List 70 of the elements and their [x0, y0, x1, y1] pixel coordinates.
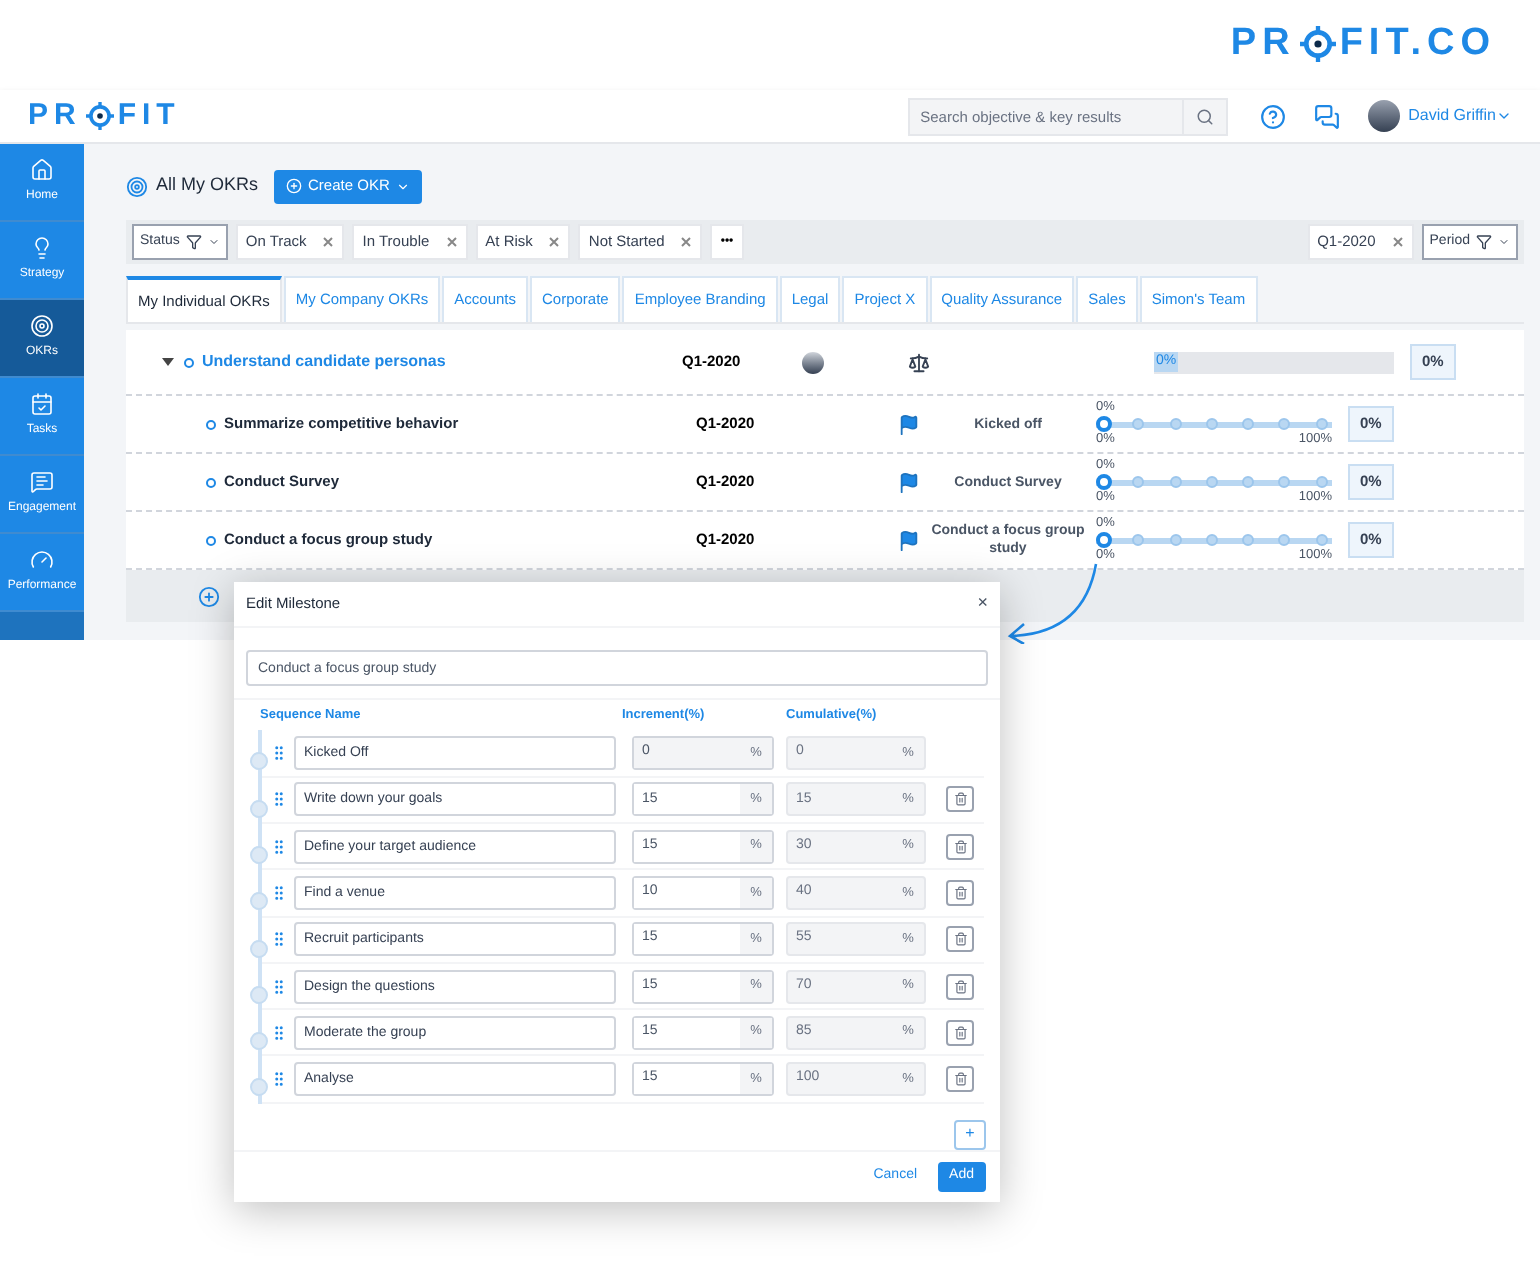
owner-avatar	[802, 351, 824, 373]
milestone-slider[interactable]	[1096, 532, 1332, 548]
remove-icon[interactable]	[1389, 234, 1406, 250]
caret-icon	[207, 236, 220, 248]
logo-text: FIT.CO	[1339, 20, 1496, 68]
search-icon	[1196, 107, 1215, 125]
milestone-slider[interactable]	[1096, 416, 1332, 432]
target-icon	[85, 102, 114, 130]
close-button[interactable]: ×	[977, 590, 988, 617]
plus-icon	[286, 178, 303, 194]
messages-icon[interactable]	[1314, 103, 1341, 129]
remove-icon[interactable]	[546, 234, 563, 250]
trash-icon	[953, 932, 967, 947]
collapse-icon[interactable]	[162, 356, 174, 368]
gauge-icon	[30, 548, 54, 572]
flag-icon	[898, 471, 920, 493]
slider-thumb[interactable]	[1096, 416, 1112, 432]
remove-icon[interactable]	[443, 234, 460, 250]
target-icon	[126, 175, 148, 197]
target-icon	[30, 314, 54, 338]
scale-icon	[908, 351, 930, 373]
remove-icon[interactable]	[320, 234, 337, 250]
lightbulb-icon	[30, 236, 54, 260]
filter-icon	[185, 234, 202, 250]
drag-handle-icon[interactable]	[270, 977, 288, 996]
user-menu[interactable]: David Griffin	[1408, 104, 1496, 128]
drag-handle-icon[interactable]	[270, 930, 288, 949]
home-icon	[30, 158, 54, 182]
trash-icon	[953, 792, 967, 807]
caret-icon	[395, 179, 410, 193]
help-icon[interactable]	[1260, 103, 1287, 129]
trash-icon	[953, 979, 967, 994]
target-icon	[1299, 26, 1336, 63]
page-title: All My OKRs	[156, 172, 259, 199]
flag-icon	[898, 413, 920, 435]
trash-icon	[953, 1025, 967, 1040]
calendar-icon	[30, 392, 54, 416]
delete-button[interactable]	[946, 1066, 974, 1093]
filter-icon	[1476, 234, 1492, 250]
trash-icon	[953, 885, 967, 900]
drag-handle-icon[interactable]	[270, 837, 288, 856]
logo-text: PR	[28, 95, 82, 136]
delete-button[interactable]	[946, 833, 974, 860]
delete-button[interactable]	[946, 1019, 974, 1046]
logo-text: FIT	[117, 95, 181, 136]
chat-icon	[30, 470, 54, 494]
trash-icon	[953, 1072, 967, 1087]
delete-button[interactable]	[946, 879, 974, 906]
drag-handle-icon[interactable]	[270, 790, 288, 809]
user-avatar[interactable]	[1368, 100, 1401, 132]
slider-thumb[interactable]	[1096, 532, 1112, 548]
search-button[interactable]	[1184, 97, 1229, 135]
delete-button[interactable]	[946, 926, 974, 953]
slider-thumb[interactable]	[1096, 474, 1112, 490]
drag-handle-icon[interactable]	[270, 744, 288, 763]
milestone-slider[interactable]	[1096, 474, 1332, 490]
add-row-button[interactable]: +	[954, 1119, 986, 1150]
objective-name[interactable]: Understand candidate personas	[202, 350, 682, 374]
flag-icon	[898, 529, 920, 551]
delete-button[interactable]	[946, 786, 974, 813]
drag-handle-icon[interactable]	[270, 1023, 288, 1042]
caret-icon	[1498, 236, 1510, 248]
drag-handle-icon[interactable]	[270, 1070, 288, 1089]
logo-text: PR	[1230, 20, 1296, 68]
drag-handle-icon[interactable]	[270, 883, 288, 902]
caret-icon[interactable]	[1496, 108, 1512, 124]
add-icon[interactable]	[198, 585, 220, 607]
trash-icon	[953, 839, 967, 854]
remove-icon[interactable]	[678, 234, 695, 250]
delete-button[interactable]	[946, 973, 974, 1000]
